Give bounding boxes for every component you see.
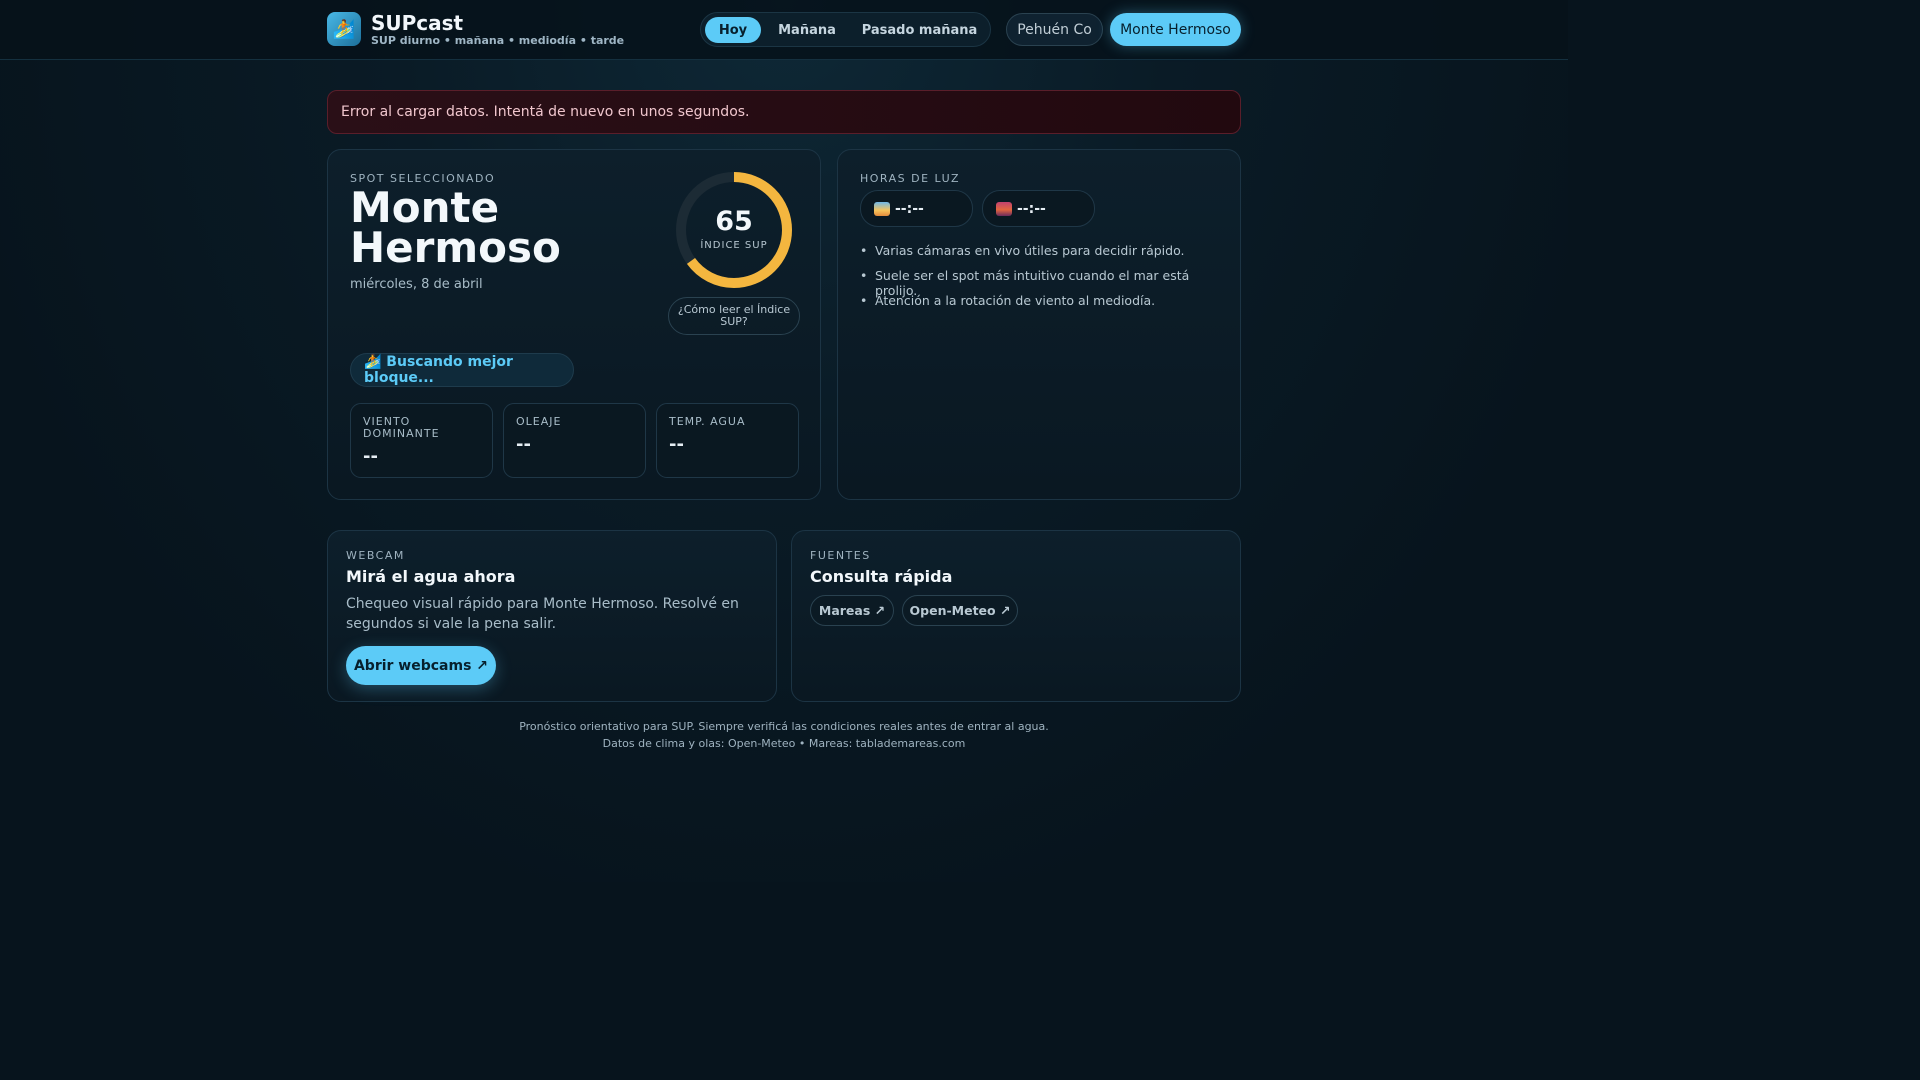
webcam-description: Chequeo visual rápido para Monte Hermoso… xyxy=(346,596,739,632)
tip-text: Atención a la rotación de viento al medi… xyxy=(875,293,1156,308)
best-block-status: 🏄 Buscando mejor bloque... xyxy=(350,353,574,387)
tab-manana[interactable]: Mañana xyxy=(767,17,847,43)
spot-name-line2: Hermoso xyxy=(350,223,561,272)
stat-value: -- xyxy=(363,446,378,467)
sunrise-time: --:-- xyxy=(895,200,924,217)
stat-value: -- xyxy=(516,434,531,455)
stat-label: OLEAJE xyxy=(516,415,562,428)
spot-card: SPOT SELECCIONADO Monte Hermoso miércole… xyxy=(327,149,821,500)
open-webcams-button[interactable]: Abrir webcams ↗ xyxy=(346,646,496,685)
webcam-title: Mirá el agua ahora xyxy=(346,567,516,586)
sup-index-help-button[interactable]: ¿Cómo leer el Índice SUP? xyxy=(668,297,800,335)
day-tabs: Hoy Mañana Pasado mañana xyxy=(700,12,991,47)
sup-index-value: 65 xyxy=(715,206,753,237)
stat-wind: VIENTO DOMINANTE -- xyxy=(350,403,493,478)
sunset-time: --:-- xyxy=(1017,200,1046,217)
sup-index-label: ÍNDICE SUP xyxy=(700,240,768,251)
sunrise-icon xyxy=(874,201,890,216)
webcam-card: WEBCAM Mirá el agua ahora Chequeo visual… xyxy=(327,530,777,702)
brand-subtitle: SUP diurno • mañana • mediodía • tarde xyxy=(371,34,625,47)
spot-date: miércoles, 8 de abril xyxy=(350,277,483,292)
link-open-meteo[interactable]: Open-Meteo ↗ xyxy=(902,595,1018,626)
list-item: • Suele ser el spot más intuitivo cuando … xyxy=(860,268,1230,298)
sources-card: FUENTES Consulta rápida Mareas ↗ Open-Me… xyxy=(791,530,1241,702)
tip-text: Varias cámaras en vivo útiles para decid… xyxy=(875,243,1185,258)
footer-disclaimer: Pronóstico orientativo para SUP. Siempre… xyxy=(519,720,1049,733)
sunset-pill: --:-- xyxy=(982,190,1095,227)
sunset-icon xyxy=(996,201,1012,216)
stat-swell: OLEAJE -- xyxy=(503,403,646,478)
spot-button-monte-hermoso[interactable]: Monte Hermoso xyxy=(1110,13,1241,46)
stat-label: TEMP. AGUA xyxy=(669,415,746,428)
list-item: • Varias cámaras en vivo útiles para deci… xyxy=(860,243,1185,258)
spot-button-pehuen-co[interactable]: Pehuén Co xyxy=(1006,13,1103,46)
link-mareas[interactable]: Mareas ↗ xyxy=(810,595,894,626)
error-banner: Error al cargar datos. Intentá de nuevo … xyxy=(327,90,1241,134)
tab-pasado-manana[interactable]: Pasado mañana xyxy=(853,17,986,43)
spot-name-line1: Monte xyxy=(350,183,500,232)
stat-water-temp: TEMP. AGUA -- xyxy=(656,403,799,478)
tips-list: • Varias cámaras en vivo útiles para deci… xyxy=(860,243,1230,318)
sources-eyebrow: FUENTES xyxy=(810,549,871,562)
daylight-card: HORAS DE LUZ --:-- --:-- • Varias cámaras… xyxy=(837,149,1241,500)
spot-name: Monte Hermoso xyxy=(350,183,561,272)
sources-title: Consulta rápida xyxy=(810,567,953,586)
brand-title: SUPcast xyxy=(371,11,464,35)
footer-credits: Datos de clima y olas: Open-Meteo • Mare… xyxy=(602,737,966,750)
daylight-eyebrow: HORAS DE LUZ xyxy=(860,172,961,185)
surfer-icon: 🏄 xyxy=(327,12,361,46)
top-bar: 🏄 SUPcast SUP diurno • mañana • mediodía… xyxy=(0,0,1568,60)
stat-label: VIENTO DOMINANTE xyxy=(363,415,440,440)
sunrise-pill: --:-- xyxy=(860,190,973,227)
stat-value: -- xyxy=(669,434,684,455)
webcam-eyebrow: WEBCAM xyxy=(346,549,405,562)
tab-hoy[interactable]: Hoy xyxy=(705,17,761,43)
